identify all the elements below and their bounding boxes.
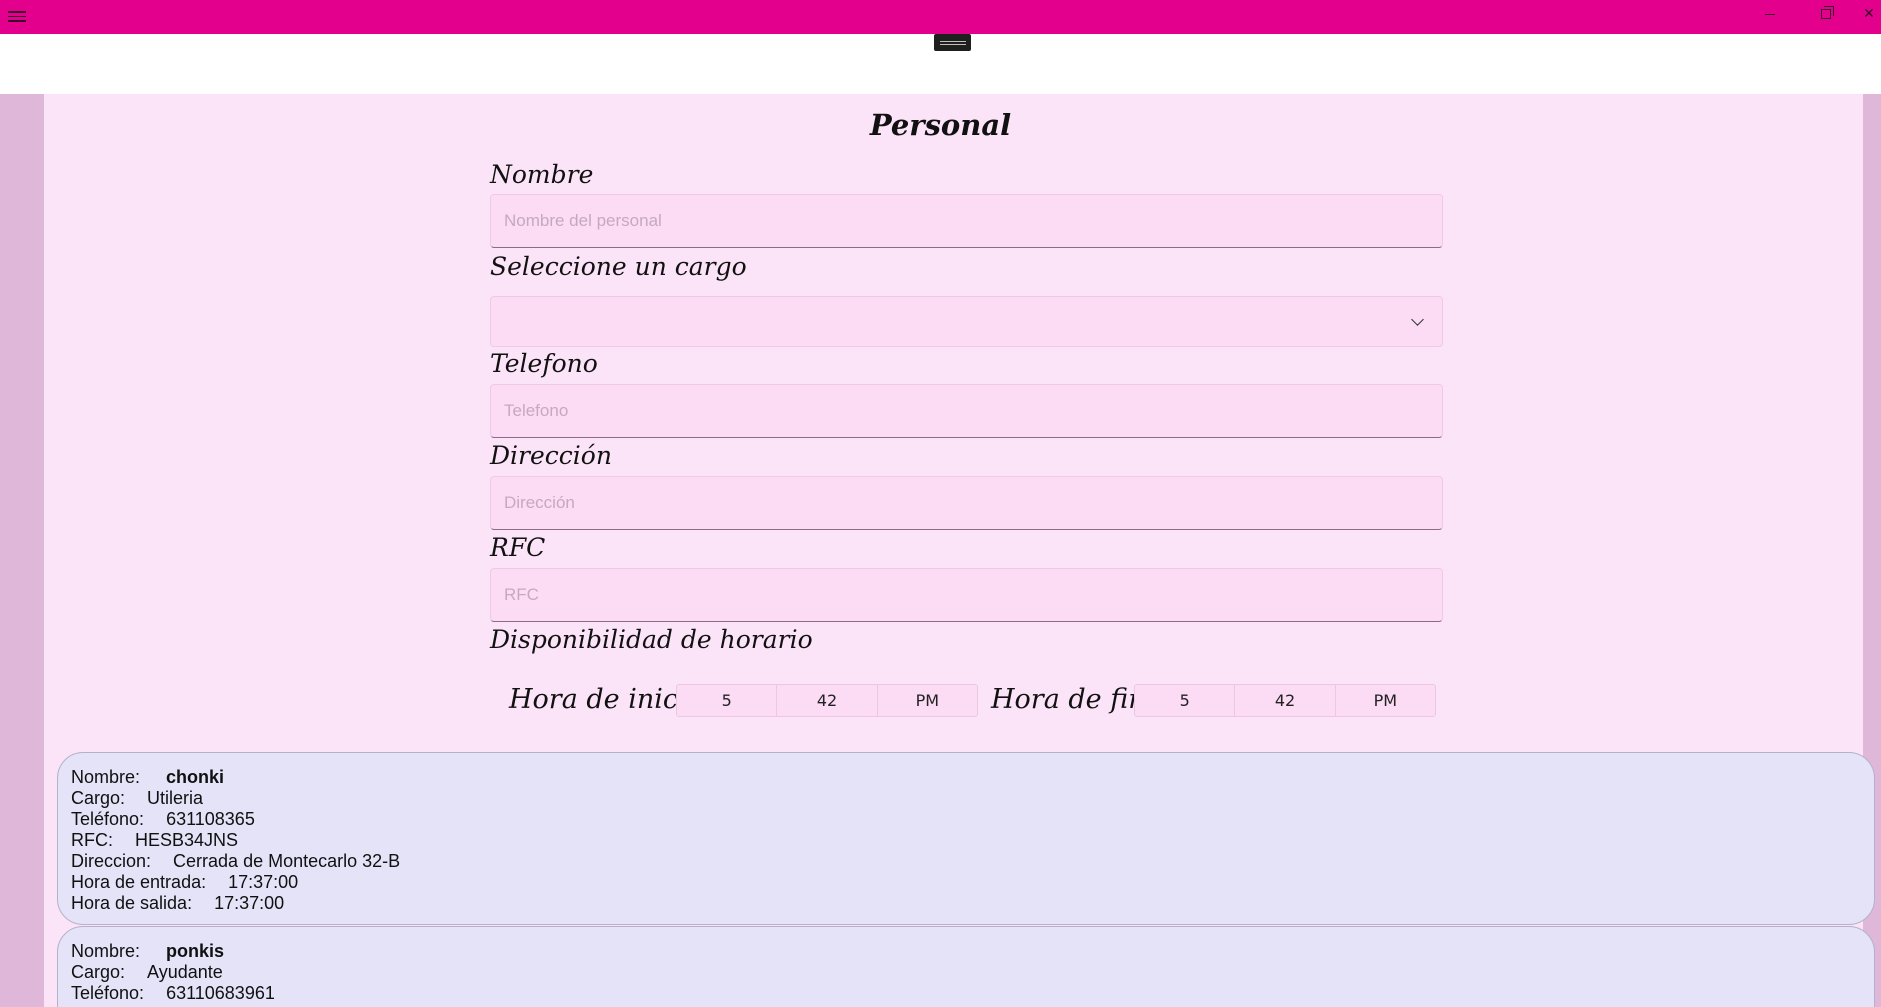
record-salida: Hora de salida: 17:37:00 xyxy=(71,893,1874,914)
record-nombre: Nombre: ponkis xyxy=(71,941,1874,962)
field-value: ponkis xyxy=(166,941,225,961)
field-value: Ayudante xyxy=(147,962,223,982)
hora-inicio-period[interactable]: PM xyxy=(878,685,977,716)
disponibilidad-label: Disponibilidad de horario xyxy=(490,625,813,654)
record-nombre: Nombre: chonki xyxy=(71,767,1874,788)
grip-icon xyxy=(939,40,966,45)
field-key: Cargo: xyxy=(71,788,126,808)
record-telefono: Teléfono: 631108365 xyxy=(71,809,1874,830)
field-value: 631108365 xyxy=(166,809,255,829)
field-value: Cerrada de Montecarlo 32-B xyxy=(173,851,401,871)
hamburger-icon[interactable] xyxy=(8,7,28,27)
cargo-label: Seleccione un cargo xyxy=(490,252,747,281)
field-key: Teléfono: xyxy=(71,983,145,1003)
left-rail xyxy=(0,94,44,1007)
record-cargo: Cargo: Ayudante xyxy=(71,962,1874,983)
field-key: Hora de salida: xyxy=(71,893,193,913)
record-rfc: RFC: HESB34JNS xyxy=(71,830,1874,851)
page-title: Personal xyxy=(869,108,1012,142)
minimize-button[interactable] xyxy=(1747,0,1793,28)
field-key: Direccion: xyxy=(71,851,152,871)
hora-fin-label: Hora de fin xyxy=(991,684,1146,715)
field-key: Hora de entrada: xyxy=(71,872,207,892)
drag-handle[interactable] xyxy=(934,34,971,51)
field-key: Nombre: xyxy=(71,941,141,961)
rfc-label: RFC xyxy=(490,533,546,562)
list-item[interactable]: Nombre: ponkis Cargo: Ayudante Teléfono: 63… xyxy=(57,926,1875,1007)
record-cargo: Cargo: Utileria xyxy=(71,788,1874,809)
record-telefono: Teléfono: 63110683961 xyxy=(71,983,1874,1004)
field-value: Utileria xyxy=(147,788,204,808)
telefono-label: Telefono xyxy=(490,349,598,378)
nombre-input[interactable] xyxy=(490,194,1443,248)
hora-fin-picker[interactable]: 5 42 PM xyxy=(1134,684,1436,717)
field-key: RFC: xyxy=(71,830,113,850)
hora-fin-period[interactable]: PM xyxy=(1336,685,1435,716)
field-value: 63110683961 xyxy=(166,983,275,1003)
restore-button[interactable] xyxy=(1803,0,1849,28)
hora-inicio-hour[interactable]: 5 xyxy=(677,685,778,716)
restore-icon xyxy=(1821,6,1834,19)
record-direccion: Direccion: Cerrada de Montecarlo 32-B xyxy=(71,851,1874,872)
hora-inicio-picker[interactable]: 5 42 PM xyxy=(676,684,978,717)
close-icon: ✕ xyxy=(1863,6,1875,22)
hora-fin-hour[interactable]: 5 xyxy=(1135,685,1236,716)
cargo-select[interactable] xyxy=(490,296,1443,347)
hora-inicio-label: Hora de inicio xyxy=(509,684,703,715)
rfc-input[interactable] xyxy=(490,568,1443,622)
record-entrada: Hora de entrada: 17:37:00 xyxy=(71,872,1874,893)
field-value: 17:37:00 xyxy=(214,893,285,913)
field-key: Cargo: xyxy=(71,962,126,982)
hora-inicio-minute[interactable]: 42 xyxy=(777,685,878,716)
field-value: chonki xyxy=(166,767,225,787)
nombre-label: Nombre xyxy=(490,160,594,189)
hora-fin-minute[interactable]: 42 xyxy=(1235,685,1336,716)
field-value: HESB34JNS xyxy=(135,830,239,850)
telefono-input[interactable] xyxy=(490,384,1443,438)
close-button[interactable]: ✕ xyxy=(1857,0,1881,28)
title-bar: ✕ xyxy=(0,0,1881,34)
field-key: Nombre: xyxy=(71,767,141,787)
field-key: Teléfono: xyxy=(71,809,145,829)
field-value: 17:37:00 xyxy=(228,872,299,892)
direccion-input[interactable] xyxy=(490,476,1443,530)
chevron-down-icon xyxy=(1411,313,1424,326)
direccion-label: Dirección xyxy=(490,441,612,470)
minimize-icon xyxy=(1765,13,1775,15)
list-item[interactable]: Nombre: chonki Cargo: Utileria Teléfono: 63… xyxy=(57,752,1875,925)
